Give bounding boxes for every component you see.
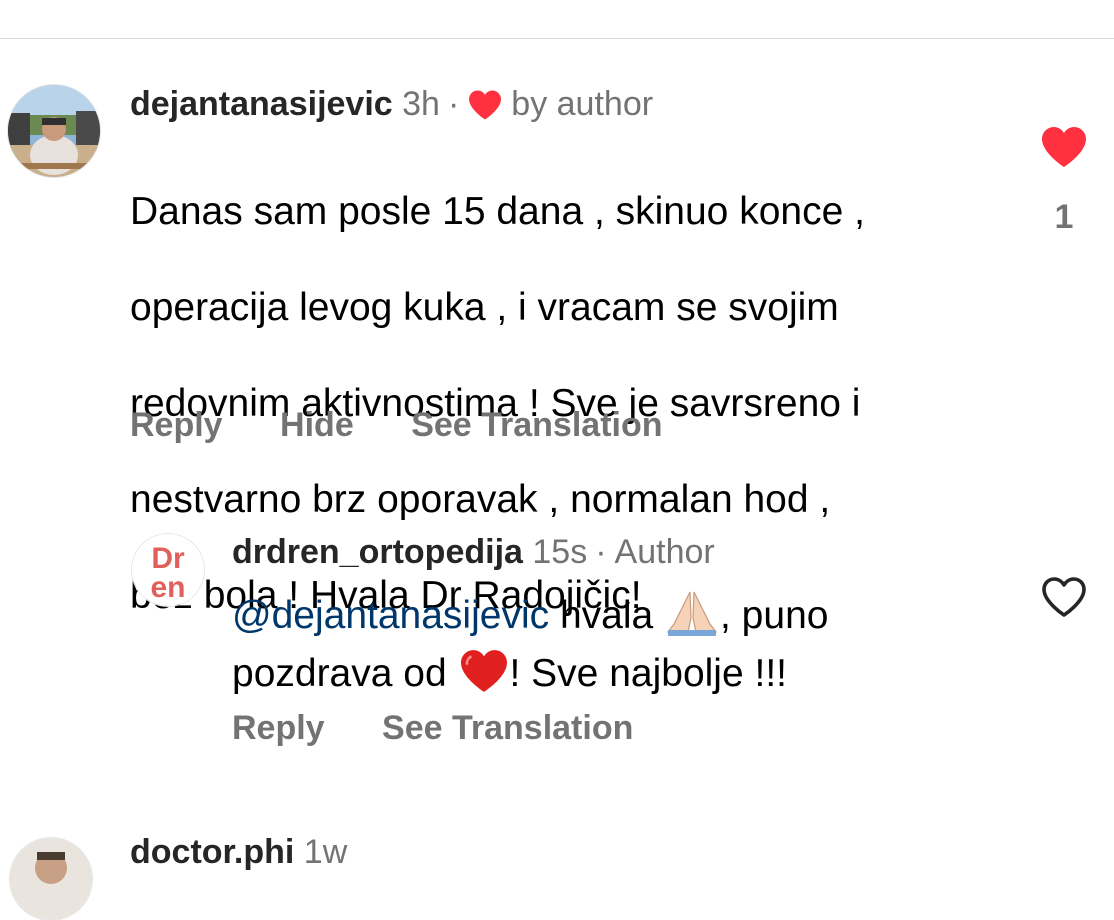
username[interactable]: drdren_ortopedija: [232, 533, 523, 571]
separator: ·: [447, 85, 460, 123]
comment-line: Danas sam posle 15 dana , skinuo konce ,: [130, 190, 865, 233]
avatar[interactable]: [10, 838, 92, 920]
like-button[interactable]: [1040, 575, 1088, 624]
red-heart-emoji: [458, 648, 510, 706]
avatar[interactable]: Dr en: [132, 534, 204, 606]
heart-filled-icon: [1042, 127, 1086, 167]
timestamp: 3h: [402, 85, 440, 123]
text-fragment: ! Sve najbolje !!!: [509, 652, 788, 695]
avatar[interactable]: [8, 85, 100, 177]
comment-line: operacija levog kuka , i vracam se svoji…: [130, 286, 839, 329]
see-translation-button[interactable]: See Translation: [411, 406, 662, 444]
text-fragment: hvala: [549, 594, 665, 637]
mention-link[interactable]: @dejantanasijevic: [232, 594, 549, 637]
top-divider: [0, 38, 1114, 39]
comment-line: nestvarno brz oporavak , normalan hod ,: [130, 478, 831, 521]
author-badge: Author: [614, 533, 715, 571]
separator: ·: [595, 533, 607, 571]
comment-line: pozdrava od ! Sve najbolje !!!: [232, 648, 828, 706]
comment-line: @dejantanasijevic hvala , puno: [232, 588, 828, 648]
comment-header: drdren_ortopedija 15s · Author: [232, 532, 715, 572]
comment-header: doctor.phi 1w: [130, 832, 347, 872]
folded-hands-emoji: [664, 588, 720, 648]
see-translation-button[interactable]: See Translation: [382, 709, 633, 747]
username[interactable]: doctor.phi: [130, 833, 294, 871]
comment-header: dejantanasijevic 3h · by author: [130, 84, 653, 124]
like-count: 1: [1054, 198, 1074, 236]
reply-button[interactable]: Reply: [130, 406, 223, 444]
like-button[interactable]: [1040, 125, 1088, 174]
comment-text: @dejantanasijevic hvala , puno pozdrava …: [232, 588, 828, 706]
liked-by-author: by author: [511, 85, 654, 123]
timestamp: 15s: [532, 533, 588, 571]
timestamp: 1w: [303, 833, 348, 871]
heart-filled-icon: [469, 90, 502, 120]
username[interactable]: dejantanasijevic: [130, 85, 393, 123]
comment-actions: Reply Hide See Translation: [130, 405, 711, 445]
hide-button[interactable]: Hide: [280, 406, 354, 444]
avatar-text-bottom: en: [150, 571, 185, 604]
text-fragment: , puno: [720, 594, 829, 637]
heart-outline-icon: [1042, 577, 1086, 617]
reply-button[interactable]: Reply: [232, 709, 325, 747]
comment-actions: Reply See Translation: [232, 708, 681, 748]
text-fragment: pozdrava od: [232, 652, 458, 695]
